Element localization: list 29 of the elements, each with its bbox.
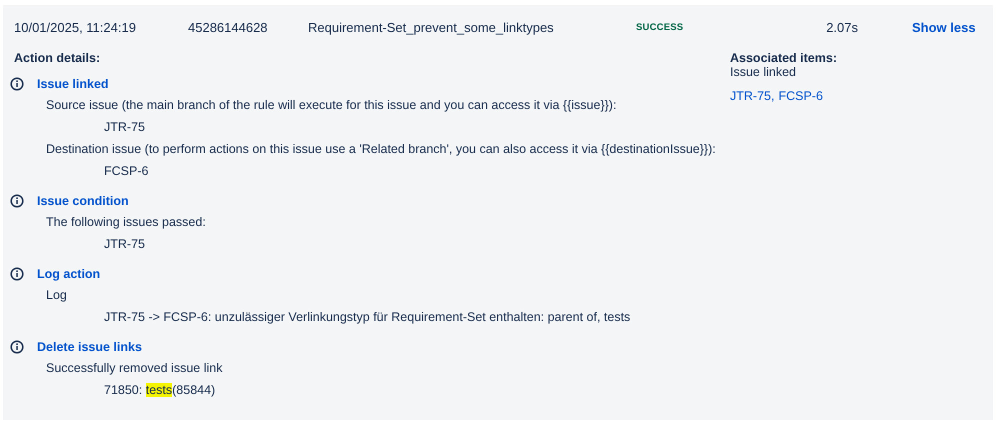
rule-name: Requirement-Set_prevent_some_linktypes <box>308 20 555 34</box>
detail-text: Log <box>46 287 68 304</box>
detail-text: Destination issue (to perform actions on this issue use a 'Related branch', you can also access it via {{destinationIssue}}): <box>46 141 717 158</box>
issue-link[interactable]: FCSP-6 <box>778 89 823 103</box>
action-title: Delete issue links <box>37 340 142 354</box>
info-icon <box>10 267 24 281</box>
section-heading: Action details: <box>14 51 102 65</box>
info-icon <box>10 340 24 354</box>
associated-type: Issue linked <box>730 65 798 79</box>
detail-value: JTR-75 <box>104 119 146 136</box>
section-heading: Associated items: <box>730 51 838 65</box>
info-icon <box>10 194 24 208</box>
detail-text: The following issues passed: <box>46 214 207 231</box>
detail-value: FCSP-6 <box>104 163 150 180</box>
timestamp: 10/01/2025, 11:24:19 <box>14 20 137 34</box>
detail-text: Successfully removed issue link <box>46 360 224 377</box>
detail-text: Source issue (the main branch of the rule will execute for this issue and you can access it via {{issue}}): <box>46 97 618 114</box>
status-label: SUCCESS <box>636 22 684 32</box>
action-title: Log action <box>37 267 100 281</box>
duration: 2.07s <box>826 20 858 34</box>
detail-value: JTR-75 -> FCSP-6: unzulässiger Verlinkungstyp für Requirement-Set enthalten: parent of, tests <box>104 309 632 326</box>
action-title: Issue linked <box>37 77 109 91</box>
show-less-link[interactable]: Show less <box>912 20 976 34</box>
info-icon <box>10 77 24 91</box>
issue-link[interactable]: JTR-75, <box>730 89 774 103</box>
detail-value: 71850: tests(85844) <box>104 382 216 399</box>
action-title: Issue condition <box>37 194 129 208</box>
detail-value: JTR-75 <box>104 236 146 253</box>
execution-id: 45286144628 <box>188 20 269 34</box>
